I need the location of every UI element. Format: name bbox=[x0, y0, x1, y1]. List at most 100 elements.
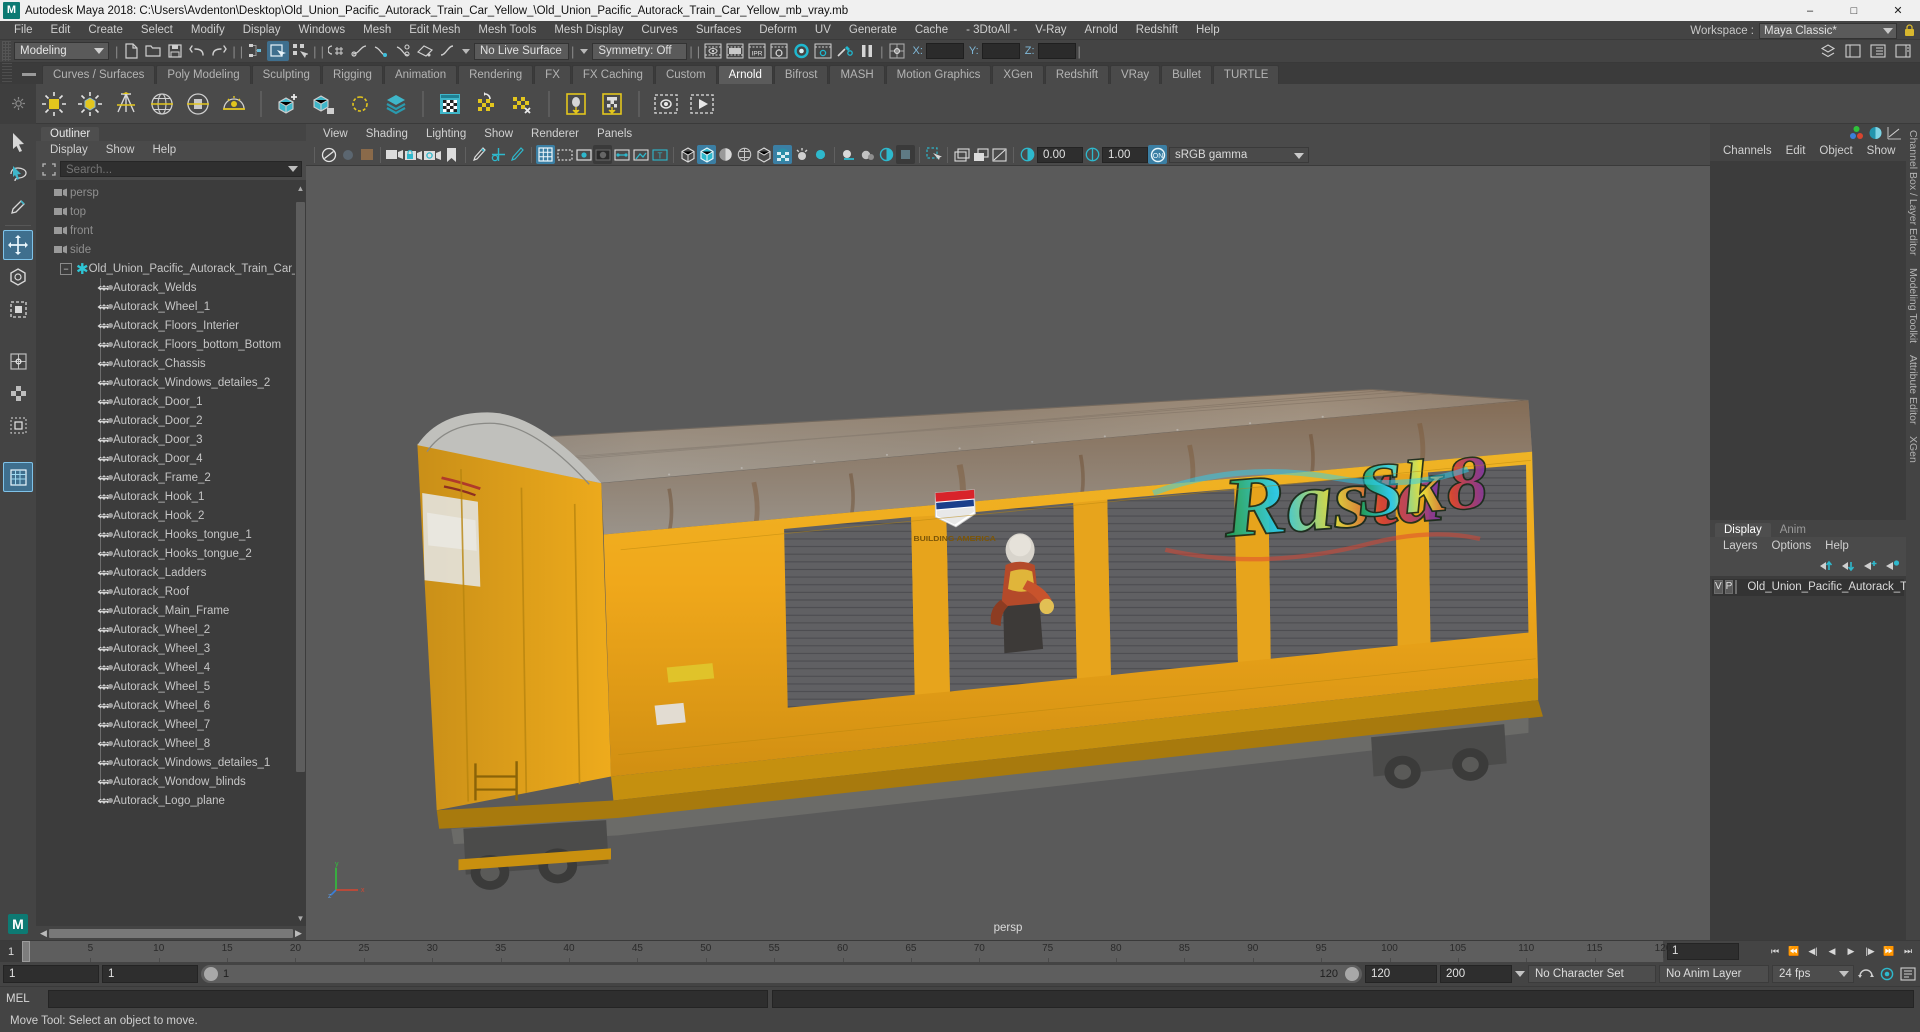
shelf-tab-rigging[interactable]: Rigging bbox=[321, 65, 383, 84]
xray-joints-icon[interactable] bbox=[612, 145, 631, 164]
viewport-menu-panels[interactable]: Panels bbox=[588, 125, 641, 143]
shelf-tab-fx-caching[interactable]: FX Caching bbox=[571, 65, 654, 84]
new-scene-button[interactable] bbox=[120, 41, 142, 61]
outliner-item-autorack_windows_detailes_1[interactable]: Autorack_Windows_detailes_1 bbox=[36, 753, 306, 772]
go-to-start-icon[interactable]: ⏮ bbox=[1766, 943, 1784, 961]
outliner-item-autorack_floors_bottom_bottom[interactable]: Autorack_Floors_bottom_Bottom bbox=[36, 335, 306, 354]
undo-button[interactable] bbox=[186, 41, 208, 61]
camera-settings-icon[interactable] bbox=[423, 145, 442, 164]
channelbox-menu-object[interactable]: Object bbox=[1812, 143, 1859, 160]
command-input[interactable] bbox=[48, 989, 768, 1008]
gamma-value-field[interactable]: 1.00 bbox=[1102, 146, 1148, 163]
play-forwards-icon[interactable]: ▶ bbox=[1842, 943, 1860, 961]
render-current-frame-button[interactable] bbox=[702, 41, 724, 61]
close-button[interactable]: ✕ bbox=[1876, 0, 1920, 21]
outliner-item-autorack_wheel_7[interactable]: Autorack_Wheel_7 bbox=[36, 715, 306, 734]
use-default-lighting-icon[interactable] bbox=[792, 145, 811, 164]
viewport-menu-renderer[interactable]: Renderer bbox=[522, 125, 588, 143]
tree-node-dot[interactable] bbox=[108, 569, 113, 575]
outliner-item-autorack_wondow_blinds[interactable]: Autorack_Wondow_blinds bbox=[36, 772, 306, 791]
layer-menu-options[interactable]: Options bbox=[1765, 538, 1819, 555]
physical-sky-icon[interactable] bbox=[218, 88, 250, 120]
shelf-tab-poly-modeling[interactable]: Poly Modeling bbox=[156, 65, 251, 84]
export-standin-icon[interactable] bbox=[308, 88, 340, 120]
save-scene-button[interactable] bbox=[164, 41, 186, 61]
scale-tool[interactable] bbox=[3, 294, 33, 324]
viewport-menu-view[interactable]: View bbox=[314, 125, 357, 143]
snap-to-curve-button[interactable] bbox=[348, 41, 370, 61]
menuset-dropdown[interactable]: Modeling bbox=[14, 42, 109, 60]
tree-node-dot[interactable] bbox=[108, 607, 113, 613]
outliner-item-autorack_windows_detailes_2[interactable]: Autorack_Windows_detailes_2 bbox=[36, 373, 306, 392]
outliner-item-autorack_welds[interactable]: Autorack_Welds bbox=[36, 278, 306, 297]
last-tool-used[interactable] bbox=[3, 378, 33, 408]
flush-cache-icon[interactable] bbox=[470, 88, 502, 120]
show-hide-modeling-toolkit-button[interactable] bbox=[1817, 41, 1839, 61]
workspace-dropdown[interactable]: Maya Classic* bbox=[1759, 22, 1897, 39]
tree-node-dot[interactable] bbox=[108, 436, 113, 442]
tree-node-dot[interactable] bbox=[108, 493, 113, 499]
layer-tab-anim[interactable]: Anim bbox=[1771, 523, 1815, 537]
statusline-grip[interactable] bbox=[2, 41, 11, 61]
outliner-item-autorack_door_2[interactable]: Autorack_Door_2 bbox=[36, 411, 306, 430]
menu-modify[interactable]: Modify bbox=[182, 21, 234, 40]
outliner-item-top[interactable]: top bbox=[36, 202, 306, 221]
new-layer-from-selected-icon[interactable] bbox=[1885, 559, 1900, 572]
tree-node-dot[interactable] bbox=[108, 512, 113, 518]
shelf-options-button[interactable] bbox=[0, 83, 36, 124]
channelbox-menu-show[interactable]: Show bbox=[1860, 143, 1903, 160]
shelf-tab-fx[interactable]: FX bbox=[534, 65, 571, 84]
tree-node-dot[interactable] bbox=[108, 721, 113, 727]
outliner-item-autorack_floors_interier[interactable]: Autorack_Floors_Interier bbox=[36, 316, 306, 335]
time-slider-track[interactable]: 5 10 15 20 25 30 35 40 45 50 55 60 65 70 75 80 85 90 95 100… bbox=[22, 941, 1671, 962]
viewport-3d-canvas[interactable]: BUILDING AMERICA Rasta Sk8 y x z persp bbox=[306, 166, 1710, 940]
render-view-icon[interactable] bbox=[434, 88, 466, 120]
camera-attributes-icon[interactable] bbox=[385, 145, 404, 164]
tree-node-dot[interactable] bbox=[108, 379, 113, 385]
snap-to-projected-center-button[interactable] bbox=[392, 41, 414, 61]
menu-edit[interactable]: Edit bbox=[42, 21, 80, 40]
move-tool[interactable] bbox=[3, 230, 33, 260]
viewport-menu-shading[interactable]: Shading bbox=[357, 125, 417, 143]
paint-select-tool[interactable] bbox=[3, 191, 33, 221]
tree-node-dot[interactable] bbox=[108, 474, 113, 480]
menu-mesh-display[interactable]: Mesh Display bbox=[545, 21, 632, 40]
menu-cache[interactable]: Cache bbox=[906, 21, 957, 40]
coord-z-input[interactable] bbox=[1037, 43, 1076, 59]
paint-effects-icon[interactable] bbox=[470, 145, 489, 164]
arnold-layers-icon[interactable] bbox=[380, 88, 412, 120]
outliner-item-autorack_door_3[interactable]: Autorack_Door_3 bbox=[36, 430, 306, 449]
tree-node-dot[interactable] bbox=[108, 588, 113, 594]
tree-node-dot[interactable] bbox=[108, 797, 113, 803]
chevron-down-icon[interactable] bbox=[1515, 971, 1525, 977]
viewport-menu-show[interactable]: Show bbox=[475, 125, 522, 143]
menu-generate[interactable]: Generate bbox=[840, 21, 906, 40]
outliner-item-autorack_door_4[interactable]: Autorack_Door_4 bbox=[36, 449, 306, 468]
lasso-select-tool[interactable] bbox=[3, 159, 33, 189]
vtab-attribute-editor[interactable]: Attribute Editor bbox=[1907, 355, 1919, 424]
show-hide-attribute-editor-button[interactable] bbox=[1842, 41, 1864, 61]
collapse-icon[interactable]: − bbox=[60, 262, 72, 275]
arnold-volume-icon[interactable] bbox=[344, 88, 376, 120]
move-layer-up-icon[interactable] bbox=[1819, 560, 1834, 572]
menu-3dtoall[interactable]: - 3DtoAll - bbox=[957, 21, 1026, 40]
tree-node-dot[interactable] bbox=[108, 455, 113, 461]
scroll-down-icon[interactable]: ▼ bbox=[296, 912, 305, 924]
isolate-select-icon[interactable] bbox=[924, 145, 943, 164]
step-forward-key-icon[interactable]: ⏩ bbox=[1880, 943, 1898, 961]
gate-mask-icon[interactable] bbox=[593, 145, 612, 164]
texture-display-icon[interactable] bbox=[773, 145, 792, 164]
range-start-field[interactable]: 1 bbox=[102, 965, 198, 983]
range-track[interactable]: 1 120 bbox=[201, 965, 1362, 983]
tree-node-dot[interactable] bbox=[108, 417, 113, 423]
light-blocker-icon[interactable] bbox=[560, 88, 592, 120]
step-back-key-icon[interactable]: ⏪ bbox=[1785, 943, 1803, 961]
auto-key-icon[interactable] bbox=[1878, 965, 1896, 983]
skydome-light-icon[interactable] bbox=[146, 88, 178, 120]
vtab-channel-box-layer-editor[interactable]: Channel Box / Layer Editor bbox=[1907, 130, 1919, 256]
tree-node-dot[interactable] bbox=[108, 778, 113, 784]
live-surface-field[interactable]: No Live Surface bbox=[473, 42, 569, 60]
single-pane-icon[interactable] bbox=[952, 145, 971, 164]
shelf-tab-rendering[interactable]: Rendering bbox=[458, 65, 534, 84]
outliner-item-autorack_hooks_tongue_1[interactable]: Autorack_Hooks_tongue_1 bbox=[36, 525, 306, 544]
